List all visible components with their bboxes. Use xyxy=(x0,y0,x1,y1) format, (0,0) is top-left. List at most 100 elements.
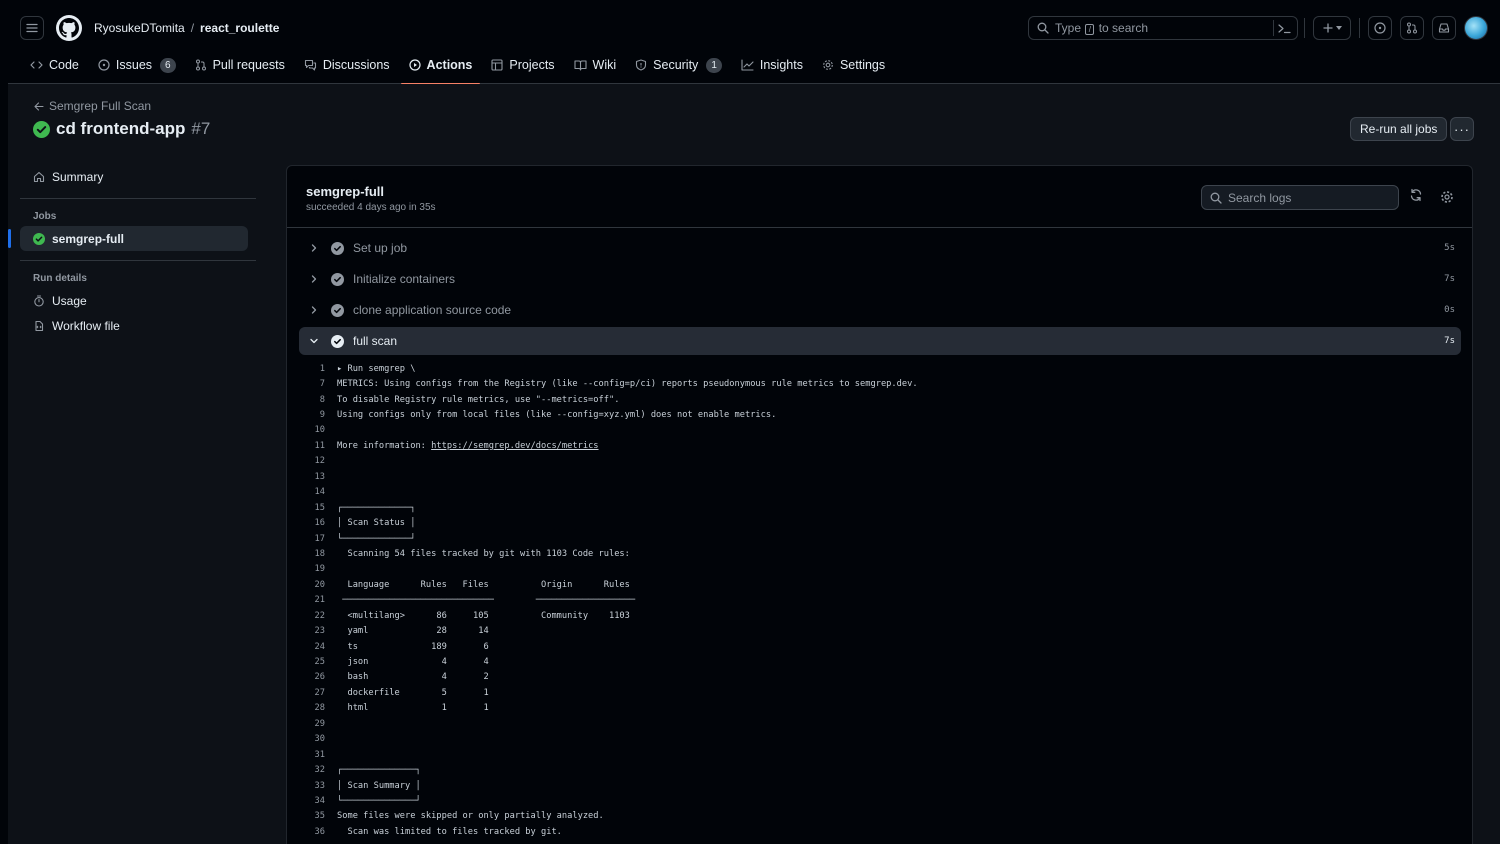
sidebar-item-workflow-file[interactable]: Workflow file xyxy=(20,313,256,338)
log-line-number[interactable]: 36 xyxy=(299,827,337,837)
log-line-number[interactable]: 32 xyxy=(299,765,337,775)
log-text: │ Scan Status │ xyxy=(337,518,416,529)
log-line-number[interactable]: 29 xyxy=(299,719,337,729)
log-line-number[interactable]: 21 xyxy=(299,595,337,605)
log-line: 25 json 4 4 xyxy=(299,654,1461,669)
chevron-right-icon xyxy=(309,243,319,253)
log-line-number[interactable]: 19 xyxy=(299,564,337,574)
log-text: └─────────────┘ xyxy=(337,533,416,544)
tab-label: Discussions xyxy=(322,58,390,72)
log-line-number[interactable]: 22 xyxy=(299,611,337,621)
log-line-number[interactable]: 1 xyxy=(299,364,337,374)
tab-label: Wiki xyxy=(592,58,617,72)
log-line-number[interactable]: 10 xyxy=(299,425,337,435)
pull-requests-button[interactable] xyxy=(1400,16,1424,40)
run-sidebar: Summary Jobs semgrep-full Run details Us… xyxy=(8,164,256,338)
rerun-all-jobs-button[interactable]: Re-run all jobs xyxy=(1350,117,1448,141)
inbox-button[interactable] xyxy=(1432,16,1456,40)
issue-icon xyxy=(1374,22,1386,34)
create-new-button[interactable] xyxy=(1313,16,1351,40)
global-search-input[interactable]: Type / to search xyxy=(1028,16,1298,40)
tab-projects[interactable]: Projects xyxy=(483,50,562,84)
log-line: 35 Some files were skipped or only partia… xyxy=(299,809,1461,824)
log-line-number[interactable]: 17 xyxy=(299,534,337,544)
log-line-number[interactable]: 31 xyxy=(299,750,337,760)
log-line-number[interactable]: 28 xyxy=(299,703,337,713)
repo-owner-link[interactable]: RyosukeDTomita xyxy=(94,21,185,35)
tab-issues[interactable]: Issues 6 xyxy=(90,50,184,84)
log-line-text: ───────────────────────────── ──────────… xyxy=(337,595,635,605)
log-line-number[interactable]: 8 xyxy=(299,395,337,405)
tab-actions[interactable]: Actions xyxy=(400,50,481,85)
gear-icon[interactable] xyxy=(1440,190,1454,204)
tab-code[interactable]: Code xyxy=(22,50,87,84)
log-link[interactable]: https://semgrep.dev/docs/metrics xyxy=(431,441,598,451)
log-line-number[interactable]: 12 xyxy=(299,456,337,466)
header-divider xyxy=(1359,18,1360,38)
log-line-number[interactable]: 13 xyxy=(299,472,337,482)
step-label: full scan xyxy=(353,334,398,348)
log-text: dockerfile 5 1 xyxy=(337,687,489,698)
job-status-text: succeeded 4 days ago in 35s xyxy=(306,202,436,213)
repo-name-link[interactable]: react_roulette xyxy=(200,21,279,35)
log-line-number[interactable]: 7 xyxy=(299,379,337,389)
tab-pull-requests[interactable]: Pull requests xyxy=(187,50,293,84)
tab-wiki[interactable]: Wiki xyxy=(566,50,625,84)
search-icon xyxy=(1210,192,1222,204)
tab-security[interactable]: Security 1 xyxy=(627,50,730,84)
back-to-workflow-link[interactable]: Semgrep Full Scan xyxy=(34,99,151,113)
issues-button[interactable] xyxy=(1368,16,1392,40)
log-text: json 4 4 xyxy=(337,657,489,668)
check-circle-fill-icon xyxy=(331,303,344,317)
hamburger-menu-button[interactable] xyxy=(20,16,44,40)
search-icon xyxy=(1037,22,1049,34)
command-palette-icon[interactable] xyxy=(1273,20,1291,36)
log-line: 8 To disable Registry rule metrics, use "… xyxy=(299,392,1461,407)
log-line: 13 xyxy=(299,469,1461,484)
sidebar-item-usage[interactable]: Usage xyxy=(20,288,256,313)
log-line-number[interactable]: 34 xyxy=(299,796,337,806)
tab-settings[interactable]: Settings xyxy=(814,50,893,84)
log-line-number[interactable]: 23 xyxy=(299,626,337,636)
log-text: More information: xyxy=(337,440,432,451)
log-text: <multilang> 86 105 Community 1103 xyxy=(337,610,630,621)
log-line: 34 └──────────────┘ xyxy=(299,793,1461,808)
step-duration: 7s xyxy=(1444,336,1455,346)
job-step-row[interactable]: full scan 7s xyxy=(299,327,1461,355)
log-line-number[interactable]: 33 xyxy=(299,781,337,791)
log-line-number[interactable]: 14 xyxy=(299,487,337,497)
job-step-row[interactable]: Set up job 5s xyxy=(299,234,1461,262)
log-line-text: To disable Registry rule metrics, use "-… xyxy=(337,395,619,405)
log-line-number[interactable]: 30 xyxy=(299,734,337,744)
log-line-number[interactable]: 25 xyxy=(299,657,337,667)
log-line-number[interactable]: 20 xyxy=(299,580,337,590)
log-text: METRICS: Using configs from the Registry… xyxy=(337,379,918,390)
github-logo-icon[interactable] xyxy=(56,15,82,41)
tab-insights[interactable]: Insights xyxy=(733,50,811,84)
user-avatar[interactable] xyxy=(1464,16,1488,40)
log-line-number[interactable]: 11 xyxy=(299,441,337,451)
pull-request-icon xyxy=(195,59,207,71)
refresh-icon[interactable] xyxy=(1409,188,1423,202)
kebab-menu-button[interactable]: ··· xyxy=(1450,117,1474,141)
sidebar-item-summary[interactable]: Summary xyxy=(20,164,256,189)
job-step-row[interactable]: clone application source code 0s xyxy=(299,296,1461,324)
tab-discussions[interactable]: Discussions xyxy=(296,50,398,84)
sidebar-item-job-semgrep-full[interactable]: semgrep-full xyxy=(8,226,248,251)
log-line-number[interactable]: 27 xyxy=(299,688,337,698)
log-line-number[interactable]: 9 xyxy=(299,410,337,420)
log-line-number[interactable]: 18 xyxy=(299,549,337,559)
job-step-row[interactable]: Initialize containers 7s xyxy=(299,265,1461,293)
log-line-number[interactable]: 35 xyxy=(299,811,337,821)
search-logs-input[interactable]: Search logs xyxy=(1201,185,1399,210)
arrow-left-icon xyxy=(34,101,44,111)
log-line-number[interactable]: 24 xyxy=(299,642,337,652)
run-title: cd frontend-app #7 xyxy=(33,119,210,139)
security-count-badge: 1 xyxy=(706,57,722,73)
log-line: 31 xyxy=(299,747,1461,762)
log-line-number[interactable]: 15 xyxy=(299,503,337,513)
log-line: 18 Scanning 54 files tracked by git with… xyxy=(299,546,1461,561)
log-line-number[interactable]: 26 xyxy=(299,672,337,682)
log-line: 19 xyxy=(299,562,1461,577)
log-line-number[interactable]: 16 xyxy=(299,518,337,528)
